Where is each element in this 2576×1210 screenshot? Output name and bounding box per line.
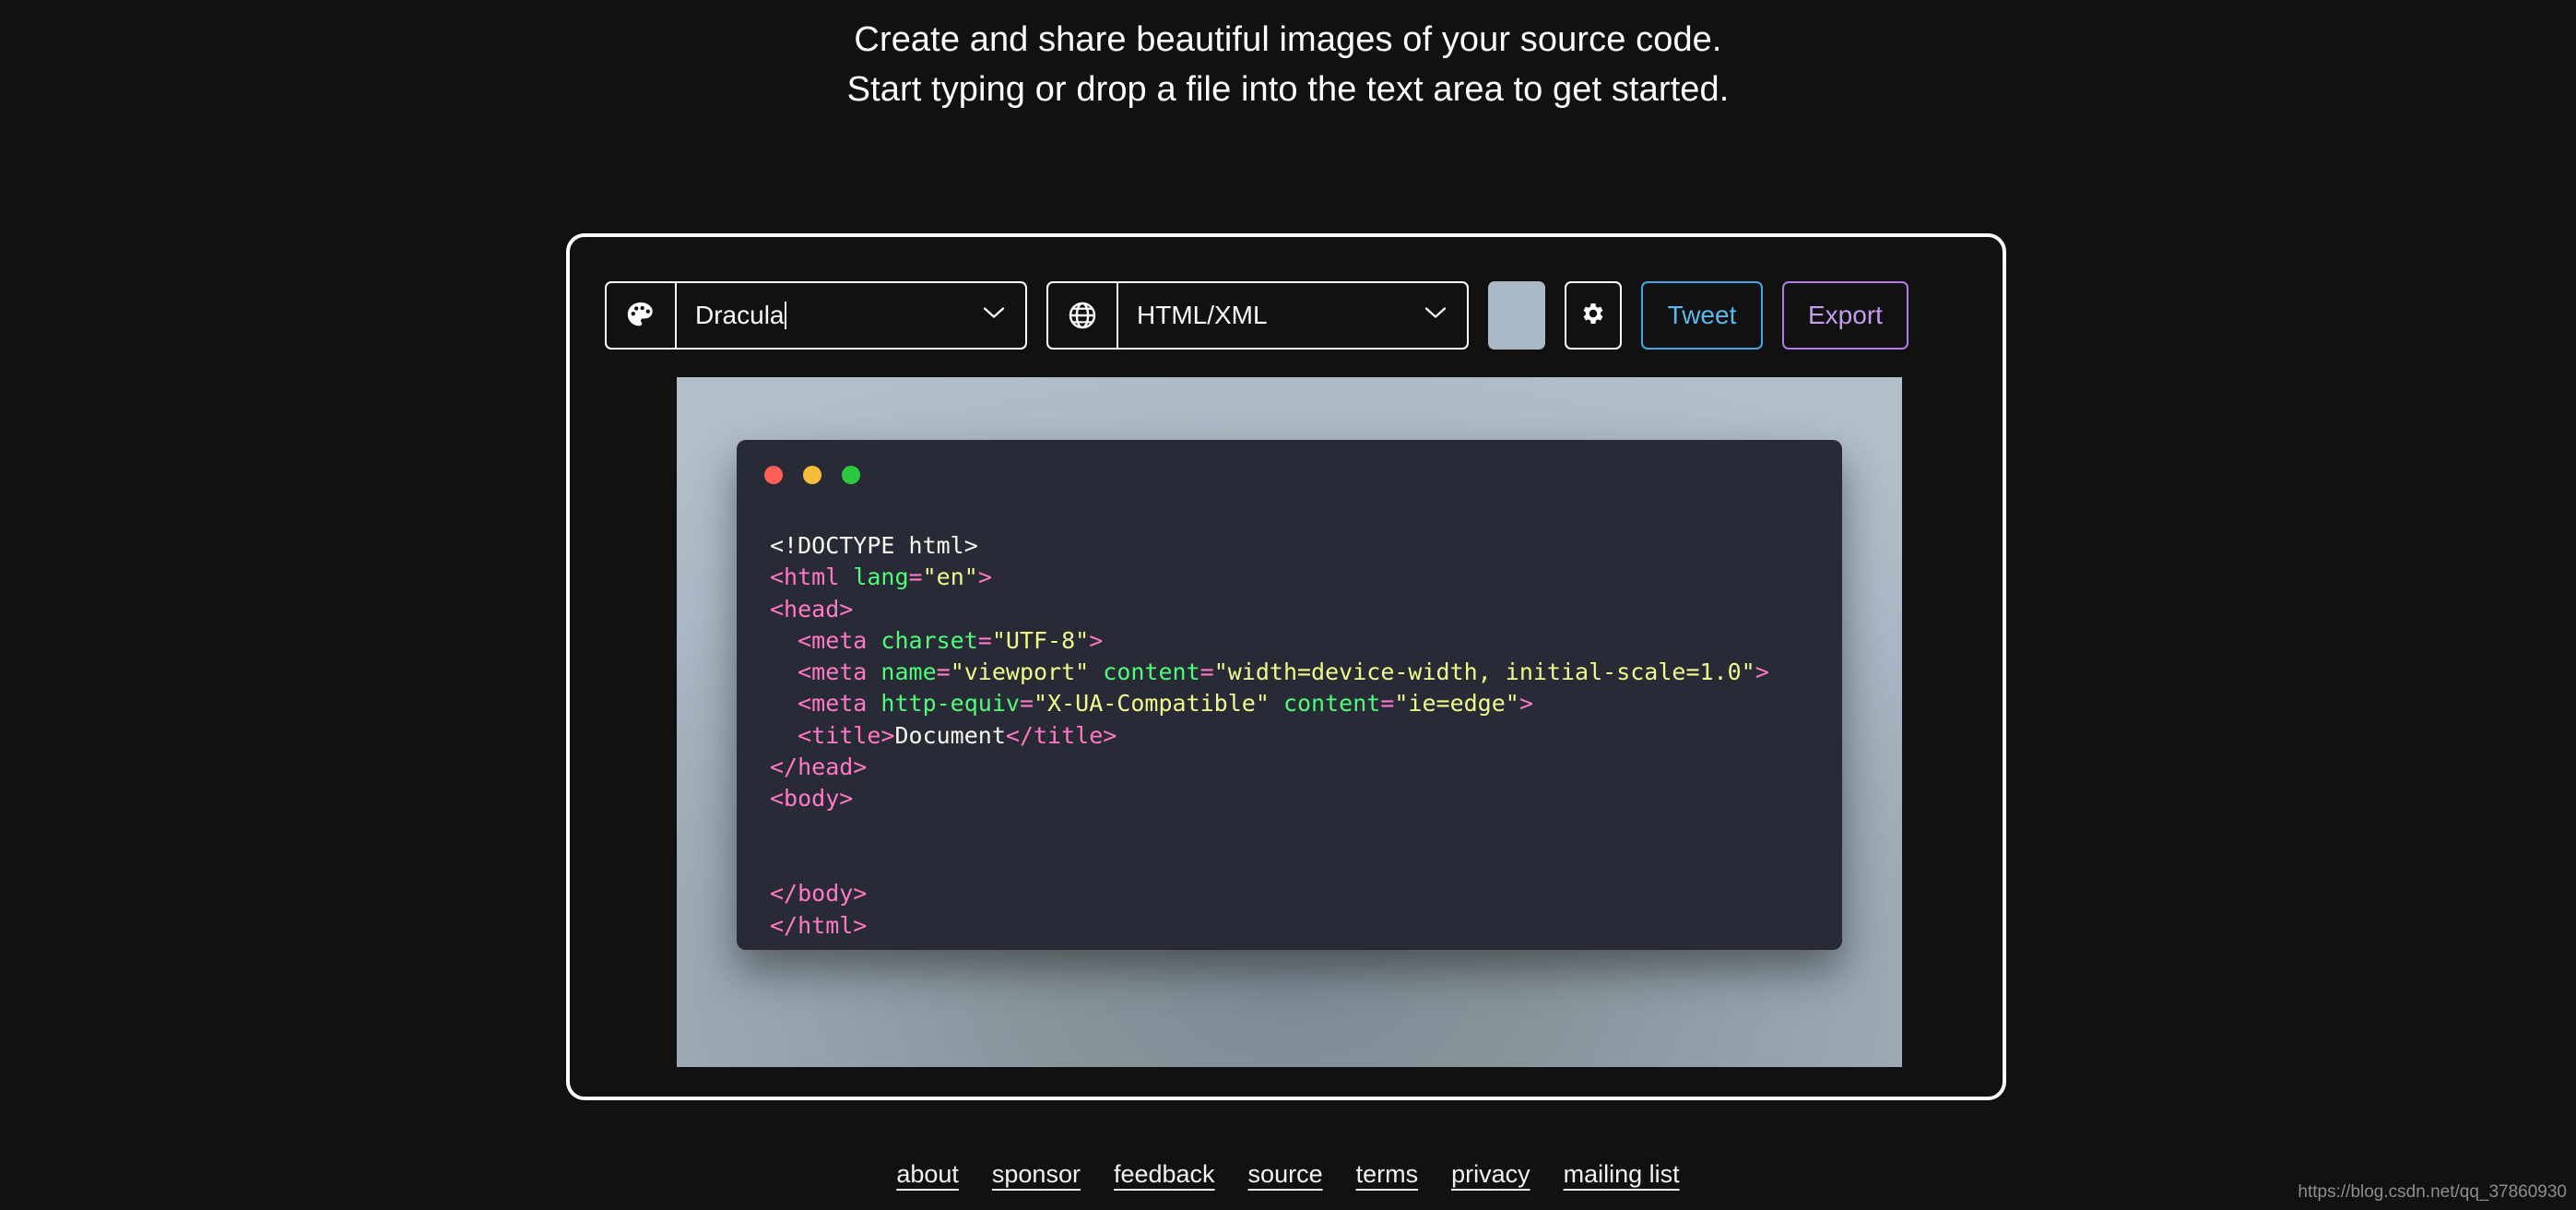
code-token-tag: <meta <box>770 690 881 718</box>
code-token-tag: = <box>1380 690 1395 718</box>
code-token-tag: = <box>1199 658 1214 686</box>
footer-link-feedback[interactable]: feedback <box>1114 1160 1215 1189</box>
code-editor-area[interactable]: <!DOCTYPE html> <html lang="en"> <head> <m… <box>770 530 1826 942</box>
language-select-field[interactable]: HTML/XML <box>1118 283 1467 348</box>
chevron-down-icon <box>1424 307 1447 325</box>
window-controls <box>764 466 860 484</box>
app-root: Create and share beautiful images of you… <box>0 0 2576 1210</box>
footer-links: about sponsor feedback source terms privacy ma… <box>0 1160 2576 1189</box>
globe-icon <box>1048 283 1118 348</box>
code-token-tag: = <box>908 563 923 591</box>
close-dot-icon <box>764 466 783 484</box>
code-token-attr: http-equiv <box>880 690 1020 718</box>
code-token-tag: > <box>1518 690 1533 718</box>
code-token-str: "ie=edge" <box>1394 690 1519 718</box>
language-select[interactable]: HTML/XML <box>1046 281 1469 350</box>
footer-link-mailing-list[interactable]: mailing list <box>1564 1160 1680 1189</box>
theme-select-value: Dracula <box>695 301 785 329</box>
headline-line-2: Start typing or drop a file into the tex… <box>846 70 1730 109</box>
code-token-tag: </title> <box>1005 721 1117 749</box>
code-line: <body> <box>770 783 1826 814</box>
code-window[interactable]: <!DOCTYPE html> <html lang="en"> <head> <m… <box>737 440 1842 950</box>
code-token-tag: <meta <box>770 658 881 686</box>
code-token-tag: = <box>1019 690 1034 718</box>
code-token-str: "width=device-width, initial-scale=1.0" <box>1213 658 1755 686</box>
code-token-attr: name <box>880 658 937 686</box>
code-line: <meta charset="UTF-8"> <box>770 625 1826 657</box>
code-token-tag: </html> <box>770 911 868 939</box>
footer-link-privacy[interactable]: privacy <box>1451 1160 1530 1189</box>
code-line: <title>Document</title> <box>770 720 1826 752</box>
code-token-tag: = <box>936 658 951 686</box>
preview-canvas[interactable]: <!DOCTYPE html> <html lang="en"> <head> <m… <box>677 377 1902 1067</box>
code-token-tag: </body> <box>770 880 868 908</box>
tweet-button-label: Tweet <box>1667 301 1737 329</box>
page-headline: Create and share beautiful images of you… <box>0 0 2576 114</box>
chevron-down-icon <box>983 307 1005 325</box>
code-line: <html lang="en"> <box>770 562 1826 593</box>
footer-link-source[interactable]: source <box>1248 1160 1323 1189</box>
code-token-str: "X-UA-Compatible" <box>1034 690 1270 718</box>
code-token-str: "en" <box>922 563 978 591</box>
code-token-plain: Document <box>894 721 1006 749</box>
code-token-tag: <head> <box>770 595 854 623</box>
code-line: <meta name="viewport" content="width=dev… <box>770 657 1826 688</box>
code-line: <head> <box>770 594 1826 625</box>
code-token-tag: </head> <box>770 753 868 781</box>
footer-link-sponsor[interactable]: sponsor <box>992 1160 1081 1189</box>
code-token-tag: > <box>1755 658 1769 686</box>
export-button[interactable]: Export <box>1782 281 1908 350</box>
language-select-value: HTML/XML <box>1137 301 1268 329</box>
gear-icon <box>1579 300 1607 332</box>
background-color-swatch[interactable] <box>1488 281 1545 350</box>
headline-line-1: Create and share beautiful images of you… <box>854 20 1722 59</box>
code-token-tag: <body> <box>770 785 854 813</box>
code-line: <meta http-equiv="X-UA-Compatible" conte… <box>770 688 1826 719</box>
code-token-str: "UTF-8" <box>991 626 1090 654</box>
code-line: </head> <box>770 752 1826 783</box>
text-cursor <box>785 302 787 329</box>
code-line: <!DOCTYPE html> <box>770 530 1826 562</box>
code-token-tag: = <box>977 626 992 654</box>
code-token-tag: > <box>1089 626 1104 654</box>
code-line: </body> <box>770 878 1826 909</box>
settings-button[interactable] <box>1565 281 1622 350</box>
code-token-attr: charset <box>880 626 978 654</box>
palette-icon <box>607 283 677 348</box>
code-token-tag: <title> <box>770 721 895 749</box>
footer-link-terms[interactable]: terms <box>1356 1160 1419 1189</box>
code-token-tag: > <box>977 563 992 591</box>
editor-card: Dracula HTML/XML Tweet Export <!DOCTYPE … <box>566 233 2006 1100</box>
tweet-button[interactable]: Tweet <box>1641 281 1763 350</box>
code-token-attr: content <box>1103 658 1200 686</box>
footer-link-about[interactable]: about <box>896 1160 959 1189</box>
code-token-plain: <!DOCTYPE html> <box>770 532 978 559</box>
theme-select[interactable]: Dracula <box>605 281 1027 350</box>
code-line: </html> <box>770 910 1826 942</box>
toolbar: Dracula HTML/XML Tweet Export <box>605 281 1908 350</box>
watermark: https://blog.csdn.net/qq_37860930 <box>2298 1182 2567 1202</box>
code-token-tag: <html <box>770 563 854 591</box>
theme-select-field[interactable]: Dracula <box>677 283 1025 348</box>
code-token-attr: lang <box>853 563 909 591</box>
export-button-label: Export <box>1808 301 1883 329</box>
maximize-dot-icon <box>842 466 860 484</box>
code-token-str: "viewport" <box>950 658 1090 686</box>
code-token-attr: content <box>1282 690 1381 718</box>
minimize-dot-icon <box>803 466 821 484</box>
code-token-tag: <meta <box>770 626 881 654</box>
